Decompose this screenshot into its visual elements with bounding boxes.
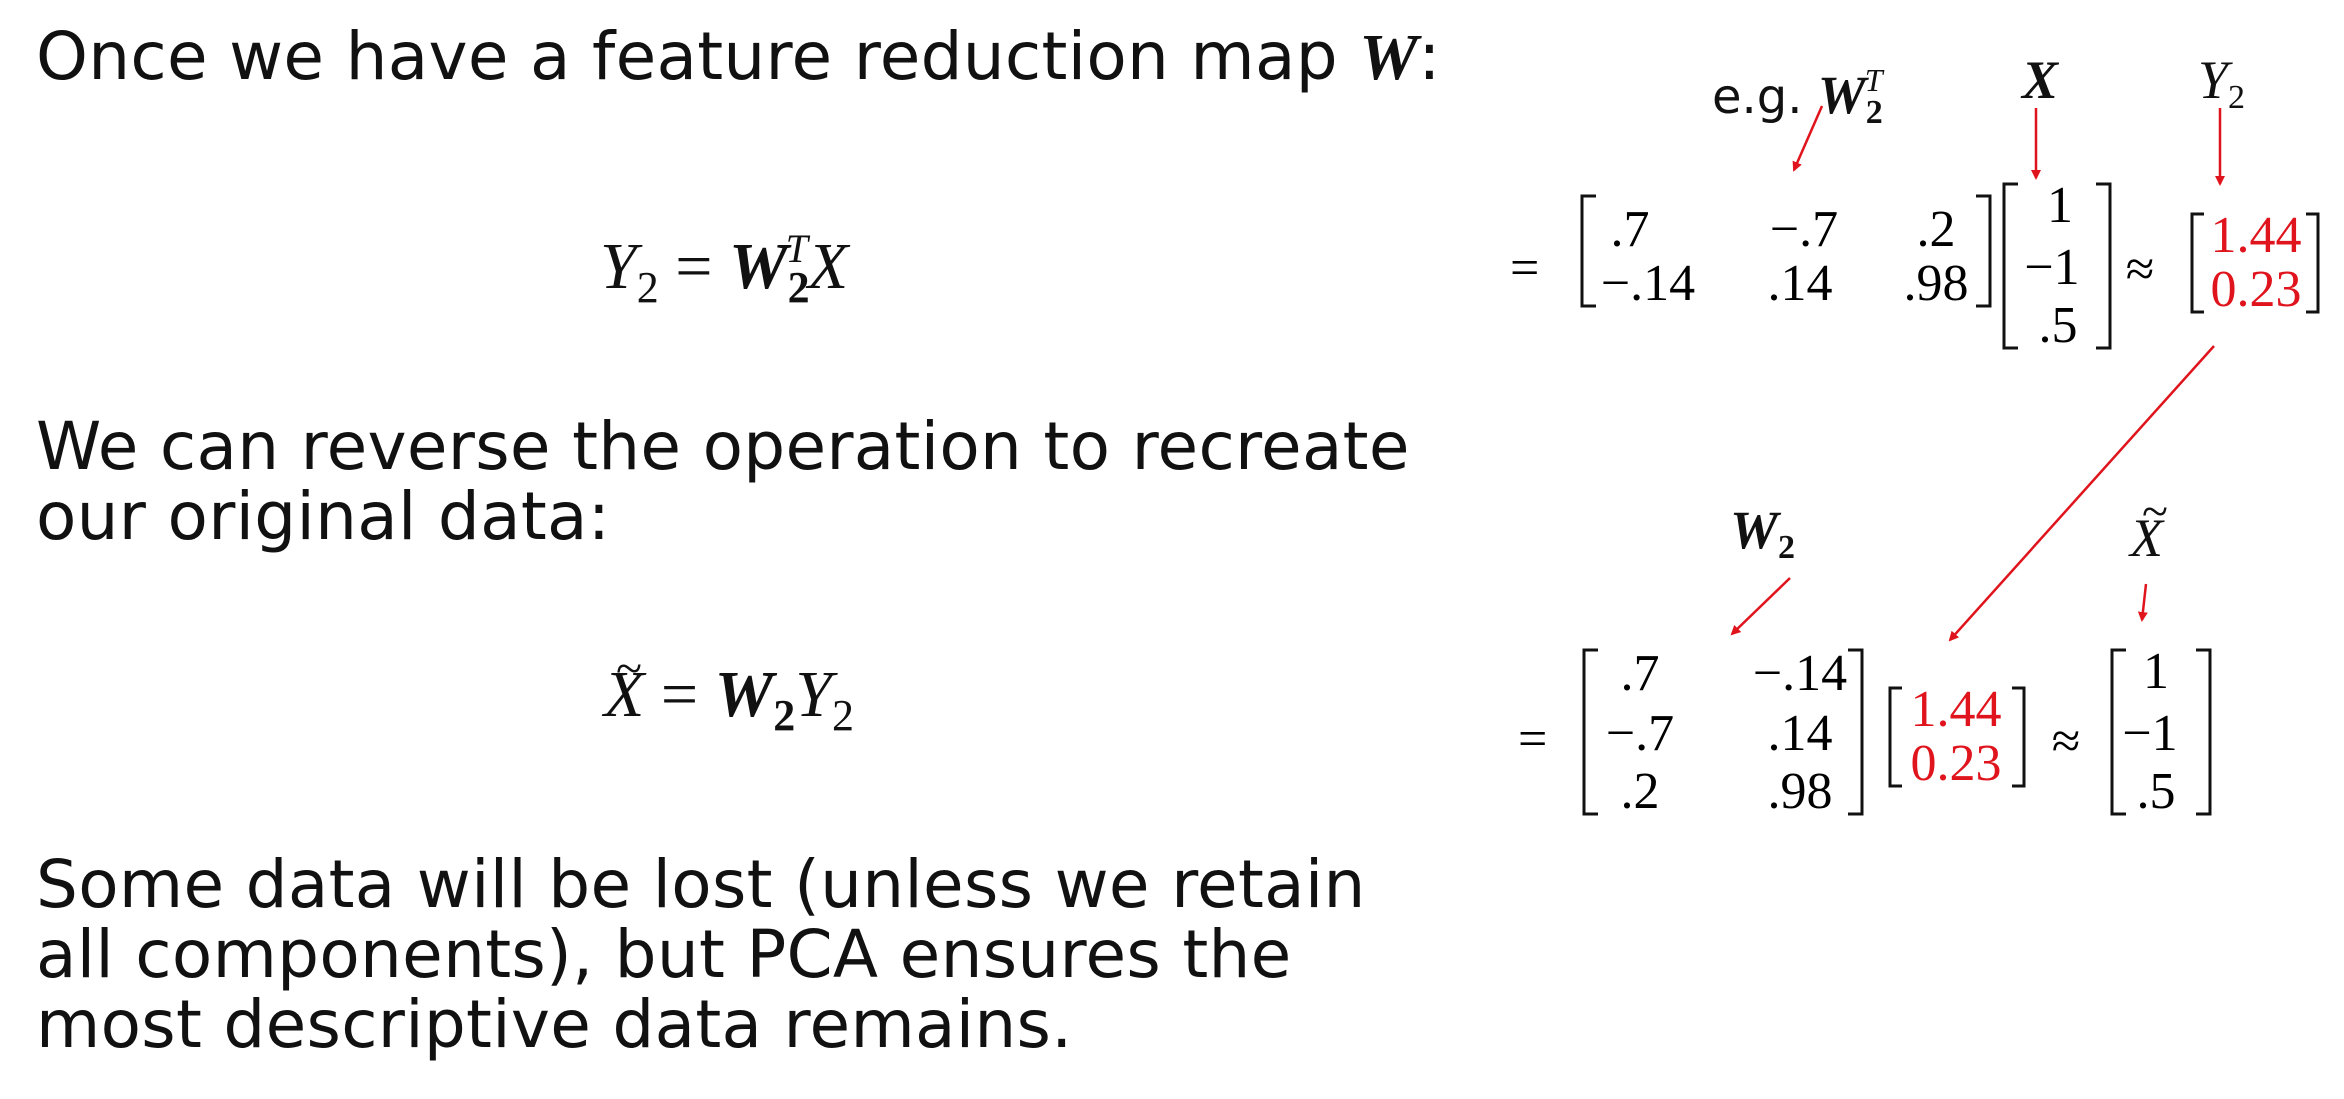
m1-w-r1c2: −.7 xyxy=(1770,201,1838,258)
m1-w-r2c2: .14 xyxy=(1768,255,1833,312)
m2-x-bracket-right xyxy=(2196,648,2212,816)
m1-y-bracket-right xyxy=(2306,212,2320,314)
m2-approx: ≈ xyxy=(2052,713,2081,770)
m1-y-bracket-left xyxy=(2190,212,2204,314)
m2-w-r1c1: .7 xyxy=(1621,645,1660,702)
arrow-w2 xyxy=(1730,577,1791,636)
m2-y-r2: 0.23 xyxy=(1911,735,2002,792)
m2-w-r1c2: −.14 xyxy=(1753,645,1847,702)
m2-y-bracket-left xyxy=(1888,686,1902,788)
m1-x-bracket-left xyxy=(2002,182,2018,350)
m2-equals: = xyxy=(1518,711,1547,768)
m1-w-bracket-right xyxy=(1976,194,1992,308)
matrix-figure: = .7 −.7 .2 −.14 .14 .98 1 −1 .5 ≈ 1.44 … xyxy=(1510,105,2320,820)
m1-approx: ≈ xyxy=(2126,241,2155,298)
m2-x-r2: −1 xyxy=(2122,705,2177,762)
m2-x-r1: 1 xyxy=(2143,643,2169,700)
m1-w-r1c1: .7 xyxy=(1611,201,1650,258)
m1-x-r2: −1 xyxy=(2024,239,2079,296)
m2-y-r1: 1.44 xyxy=(1911,681,2002,738)
arrow-y2-to-reconstruction xyxy=(1948,345,2215,642)
m2-w-r3c2: .98 xyxy=(1768,763,1833,820)
m2-w-r2c1: −.7 xyxy=(1606,705,1674,762)
m1-w-bracket-left xyxy=(1580,194,1596,308)
m2-x-r3: .5 xyxy=(2137,763,2176,820)
arrow-eg-w2t xyxy=(1792,105,1824,172)
m2-w-r3c1: .2 xyxy=(1621,763,1660,820)
m1-y-r2: 0.23 xyxy=(2211,261,2302,318)
m2-y-bracket-right xyxy=(2012,686,2026,788)
m1-w-r1c3: .2 xyxy=(1917,201,1956,258)
m1-x-r1: 1 xyxy=(2047,177,2073,234)
m1-y-r1: 1.44 xyxy=(2211,207,2302,264)
m1-w-r2c3: .98 xyxy=(1904,255,1969,312)
m1-w-r2c1: −.14 xyxy=(1601,255,1695,312)
m2-w-bracket-right xyxy=(1848,648,1864,816)
m1-x-bracket-right xyxy=(2096,182,2112,350)
m1-equals: = xyxy=(1510,240,1539,297)
arrow-xtilde xyxy=(2137,583,2148,622)
m2-w-bracket-left xyxy=(1582,648,1598,816)
m2-w-r2c2: .14 xyxy=(1768,705,1833,762)
m1-x-r3: .5 xyxy=(2039,297,2078,354)
